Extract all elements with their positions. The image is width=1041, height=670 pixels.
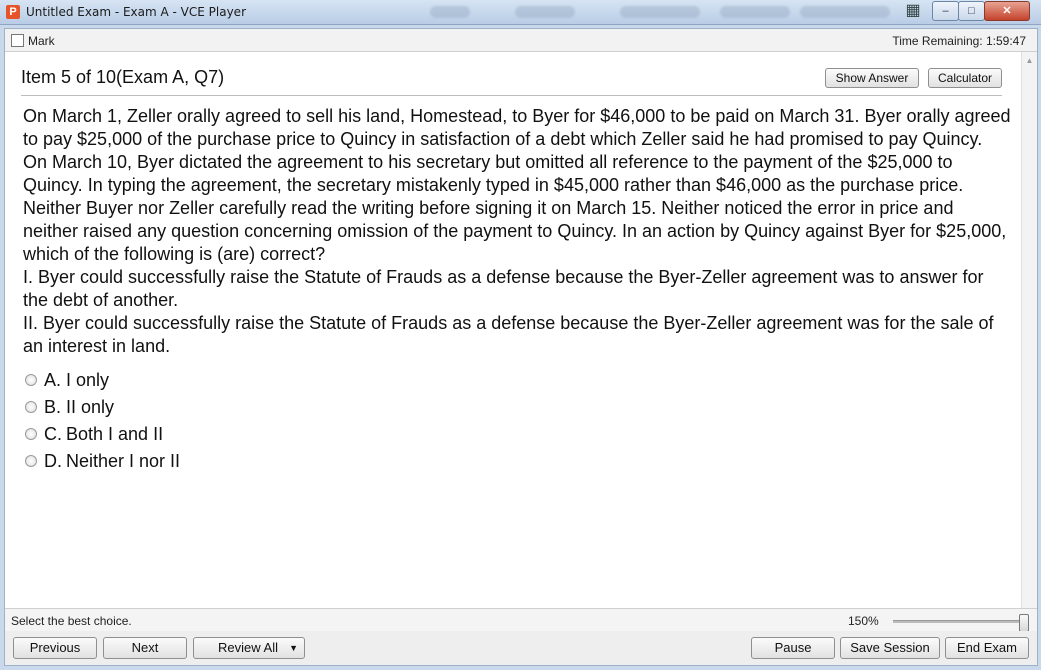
answer-choices: A. I only B. II only C. Both I and II D.…: [23, 370, 283, 478]
exam-topbar: Mark Time Remaining: 1:59:47: [5, 29, 1037, 52]
header-divider: [21, 95, 1002, 96]
time-remaining: Time Remaining: 1:59:47: [892, 34, 1026, 48]
radio-icon[interactable]: [25, 374, 37, 386]
question-panel: Item 5 of 10(Exam A, Q7) Show Answer Cal…: [5, 52, 1021, 634]
zoom-slider[interactable]: [893, 614, 1029, 632]
minimize-button[interactable]: –: [932, 1, 959, 21]
zoom-level: 150%: [848, 614, 879, 628]
mark-checkbox[interactable]: [11, 34, 24, 47]
navigation-bar: Previous Next Review All ▼ Pause Save Se…: [5, 631, 1037, 665]
choice-d[interactable]: D. Neither I nor II: [23, 451, 283, 478]
pause-button[interactable]: Pause: [751, 637, 835, 659]
zoom-slider-handle[interactable]: [1019, 614, 1029, 632]
radio-icon[interactable]: [25, 428, 37, 440]
radio-icon[interactable]: [25, 455, 37, 467]
radio-icon[interactable]: [25, 401, 37, 413]
choice-text[interactable]: Neither I nor II: [66, 451, 180, 472]
window-title: Untitled Exam - Exam A - VCE Player: [26, 5, 247, 19]
choice-letter: B.: [44, 397, 62, 417]
app-logo-icon: P: [6, 5, 20, 19]
question-text: On March 1, Zeller orally agreed to sell…: [23, 106, 1011, 356]
chevron-down-icon: ▼: [289, 643, 298, 653]
network-icon: ▦: [905, 2, 921, 19]
choice-letter: C.: [44, 424, 62, 444]
maximize-button[interactable]: □: [958, 1, 985, 21]
choice-text[interactable]: II only: [66, 397, 114, 418]
choice-c[interactable]: C. Both I and II: [23, 424, 283, 451]
taskbar-background: [420, 2, 900, 22]
choice-text[interactable]: Both I and II: [66, 424, 163, 445]
review-all-button[interactable]: Review All ▼: [193, 637, 305, 659]
next-button[interactable]: Next: [103, 637, 187, 659]
scroll-up-icon[interactable]: ▲: [1022, 54, 1037, 68]
choice-letter: A.: [44, 370, 62, 390]
choice-a[interactable]: A. I only: [23, 370, 283, 397]
mark-label[interactable]: Mark: [28, 34, 55, 48]
window-titlebar[interactable]: P Untitled Exam - Exam A - VCE Player ▦ …: [0, 0, 1041, 25]
vertical-scrollbar[interactable]: ▲ ▼: [1021, 52, 1037, 634]
review-all-label: Review All: [218, 640, 278, 655]
calculator-button[interactable]: Calculator: [928, 68, 1002, 88]
show-answer-button[interactable]: Show Answer: [825, 68, 919, 88]
choice-text[interactable]: I only: [66, 370, 109, 391]
choice-letter: D.: [44, 451, 62, 471]
save-session-button[interactable]: Save Session: [840, 637, 940, 659]
close-window-button[interactable]: ✕: [984, 1, 1030, 21]
item-title: Item 5 of 10(Exam A, Q7): [21, 67, 225, 87]
choice-b[interactable]: B. II only: [23, 397, 283, 424]
exam-window: Mark Time Remaining: 1:59:47 Item 5 of 1…: [4, 28, 1038, 666]
instruction-text: Select the best choice.: [11, 614, 132, 628]
end-exam-button[interactable]: End Exam: [945, 637, 1029, 659]
previous-button[interactable]: Previous: [13, 637, 97, 659]
status-bar: Select the best choice. 150%: [5, 608, 1037, 632]
